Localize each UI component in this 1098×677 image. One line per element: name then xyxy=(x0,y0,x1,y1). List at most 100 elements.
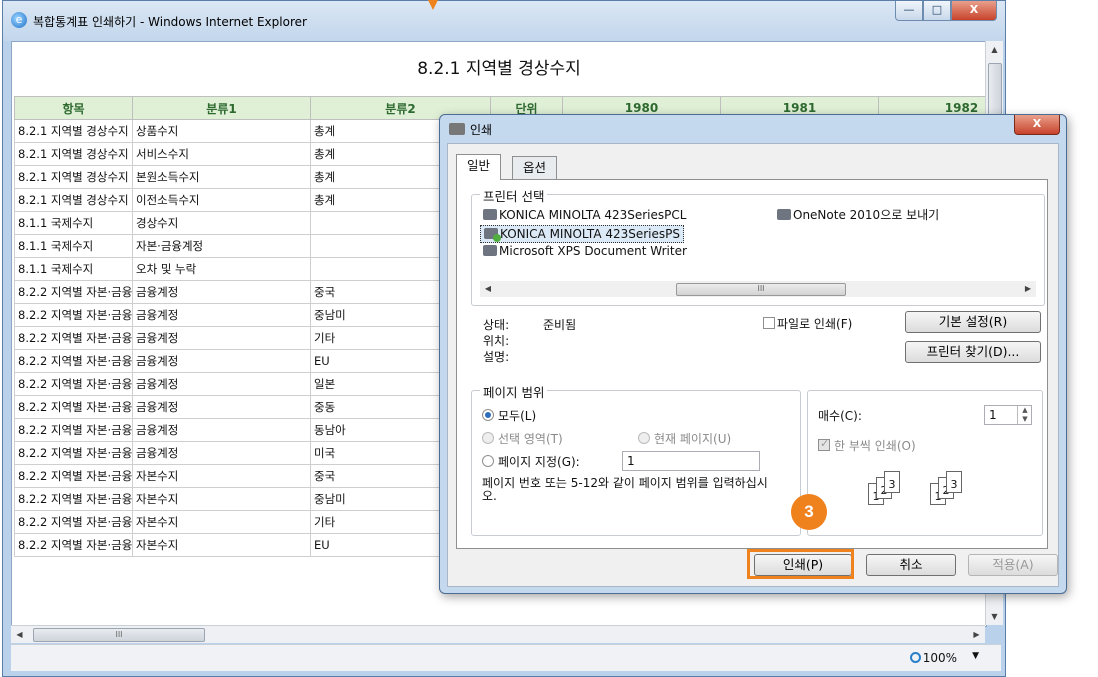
table-cell: 금융계정 xyxy=(132,395,311,419)
range-all-label: 모두(L) xyxy=(498,409,537,423)
printer-item[interactable]: KONICA MINOLTA 423SeriesPCL xyxy=(480,207,689,223)
dialog-title: 인쇄 xyxy=(470,123,493,137)
table-cell: 8.2.2 지역별 자본·금융계정 xyxy=(14,349,133,373)
table-cell: 8.2.2 지역별 자본·금융계정 xyxy=(14,418,133,442)
print-dialog: 인쇄 X 일반 옵션 프린터 선택 KONICA MINOLTA 423Seri… xyxy=(439,114,1067,594)
close-button[interactable]: X xyxy=(951,1,997,21)
table-cell: 8.2.2 지역별 자본·금융계정 xyxy=(14,487,133,511)
preferences-button[interactable]: 기본 설정(R) xyxy=(905,311,1041,333)
group-label: 페이지 범위 xyxy=(480,382,548,401)
find-printer-button[interactable]: 프린터 찾기(D)... xyxy=(905,341,1041,363)
range-selection-radio[interactable] xyxy=(482,432,494,444)
chevron-down-icon[interactable]: ▼ xyxy=(972,651,979,661)
printer-icon xyxy=(449,123,465,135)
printer-label: Microsoft XPS Document Writer xyxy=(499,244,687,258)
printer-icon xyxy=(777,209,791,220)
scroll-left-icon[interactable]: ◀ xyxy=(11,626,28,643)
table-cell: 금융계정 xyxy=(132,441,311,465)
table-cell: 금융계정 xyxy=(132,349,311,373)
location-label: 위치: xyxy=(483,334,510,348)
printer-item[interactable]: Microsoft XPS Document Writer xyxy=(480,243,690,259)
range-hint: 페이지 번호 또는 5-12와 같이 페이지 범위를 입력하십시오. xyxy=(482,476,768,503)
printer-label: KONICA MINOLTA 423SeriesPS xyxy=(500,227,681,241)
range-pages-label: 페이지 지정(G): xyxy=(498,455,580,469)
status-label: 상태: xyxy=(483,318,510,332)
scroll-thumb[interactable]: III xyxy=(33,628,205,642)
pages-input[interactable]: 1 xyxy=(622,451,760,471)
range-current-radio[interactable] xyxy=(638,432,650,444)
range-pages-radio[interactable] xyxy=(482,455,494,467)
horizontal-scrollbar[interactable]: ◀ III ▶ xyxy=(11,625,985,643)
printer-list-scrollbar[interactable]: ◀ III ▶ xyxy=(480,281,1036,297)
collate-label: 한 부씩 인쇄(O) xyxy=(834,439,916,453)
printer-icon xyxy=(483,245,497,256)
dialog-close-button[interactable]: X xyxy=(1014,115,1060,135)
scroll-left-icon[interactable]: ◀ xyxy=(480,281,496,297)
printer-select-group: 프린터 선택 KONICA MINOLTA 423SeriesPCL OneNo… xyxy=(471,186,1045,306)
copies-group: 매수(C): 1 ▲▼ 한 부씩 인쇄(O) 1 2 3 1 2 3 xyxy=(807,390,1043,536)
apply-button[interactable]: 적용(A) xyxy=(968,554,1058,576)
table-cell: 8.2.2 지역별 자본·금융계정 xyxy=(14,510,133,534)
maximize-button[interactable]: □ xyxy=(923,1,951,21)
table-cell: 자본·금융계정 xyxy=(132,234,311,258)
table-cell: 금융계정 xyxy=(132,303,311,327)
table-cell: 8.2.1 지역별 경상수지 xyxy=(14,165,133,189)
table-cell: 금융계정 xyxy=(132,372,311,396)
pointer-marker xyxy=(428,0,438,10)
scroll-up-icon[interactable]: ▲ xyxy=(986,41,1003,58)
table-cell: 8.2.2 지역별 자본·금융계정 xyxy=(14,533,133,557)
collate-checkbox[interactable] xyxy=(818,437,830,451)
tab-general[interactable]: 일반 xyxy=(456,154,502,180)
table-cell: 8.1.1 국제수지 xyxy=(14,257,133,281)
table-cell: 8.2.2 지역별 자본·금융계정 xyxy=(14,280,133,304)
printer-item[interactable]: OneNote 2010으로 보내기 xyxy=(774,207,942,223)
printer-item-selected[interactable]: KONICA MINOLTA 423SeriesPS xyxy=(480,225,685,243)
range-all-radio[interactable] xyxy=(482,409,494,421)
range-current-label: 현재 페이지(U) xyxy=(654,432,732,446)
copies-spinner[interactable]: ▲ ▼ xyxy=(1017,406,1032,424)
table-cell: 오차 및 누락 xyxy=(132,257,311,281)
ie-logo-icon: e xyxy=(11,12,27,28)
table-cell: 자본수지 xyxy=(132,464,311,488)
tab-panel-general: 프린터 선택 KONICA MINOLTA 423SeriesPCL OneNo… xyxy=(456,179,1048,549)
column-header[interactable]: 분류1 xyxy=(132,96,311,120)
table-cell: 자본수지 xyxy=(132,487,311,511)
collate-icon: 1 2 3 xyxy=(930,471,994,507)
zoom-control[interactable]: 100% xyxy=(909,651,957,665)
scroll-right-icon[interactable]: ▶ xyxy=(968,626,985,643)
printer-icon xyxy=(484,228,501,242)
table-cell: 자본수지 xyxy=(132,533,311,557)
print-button-highlight xyxy=(747,549,854,579)
title-bar: e 복합통계표 인쇄하기 - Windows Internet Explorer… xyxy=(3,1,1005,41)
table-cell: 상품수지 xyxy=(132,119,311,143)
table-cell: 경상수지 xyxy=(132,211,311,235)
table-cell: 8.2.2 지역별 자본·금융계정 xyxy=(14,372,133,396)
table-cell: 8.1.1 국제수지 xyxy=(14,211,133,235)
scroll-right-icon[interactable]: ▶ xyxy=(1020,281,1036,297)
dialog-body: 일반 옵션 프린터 선택 KONICA MINOLTA 423SeriesPCL… xyxy=(447,143,1059,587)
comment-label: 설명: xyxy=(483,350,510,364)
table-cell: 8.2.1 지역별 경상수지 xyxy=(14,188,133,212)
table-cell: 금융계정 xyxy=(132,280,311,304)
column-header[interactable]: 항목 xyxy=(14,96,133,120)
cancel-button[interactable]: 취소 xyxy=(866,554,956,576)
status-bar: 100% ▼ xyxy=(11,644,1001,671)
table-cell: 8.2.1 지역별 경상수지 xyxy=(14,142,133,166)
table-cell: 8.1.1 국제수지 xyxy=(14,234,133,258)
status-value: 준비됨 xyxy=(543,318,577,332)
tab-options[interactable]: 옵션 xyxy=(512,156,558,180)
group-label: 프린터 선택 xyxy=(480,186,548,205)
range-selection-label: 선택 영역(T) xyxy=(498,432,563,446)
table-cell: 서비스수지 xyxy=(132,142,311,166)
window-title: 복합통계표 인쇄하기 - Windows Internet Explorer xyxy=(33,15,307,29)
page-title: 8.2.1 지역별 경상수지 xyxy=(417,59,581,79)
table-cell: 8.2.2 지역별 자본·금융계정 xyxy=(14,395,133,419)
minimize-button[interactable]: — xyxy=(895,1,923,21)
scroll-down-icon[interactable]: ▼ xyxy=(986,608,1003,625)
table-cell: 이전소득수지 xyxy=(132,188,311,212)
collate-icon: 1 2 3 xyxy=(868,471,932,507)
step-badge: 3 xyxy=(791,494,827,530)
printer-label: OneNote 2010으로 보내기 xyxy=(793,208,940,222)
scroll-thumb[interactable]: III xyxy=(676,283,846,296)
print-to-file-checkbox[interactable] xyxy=(763,317,775,329)
